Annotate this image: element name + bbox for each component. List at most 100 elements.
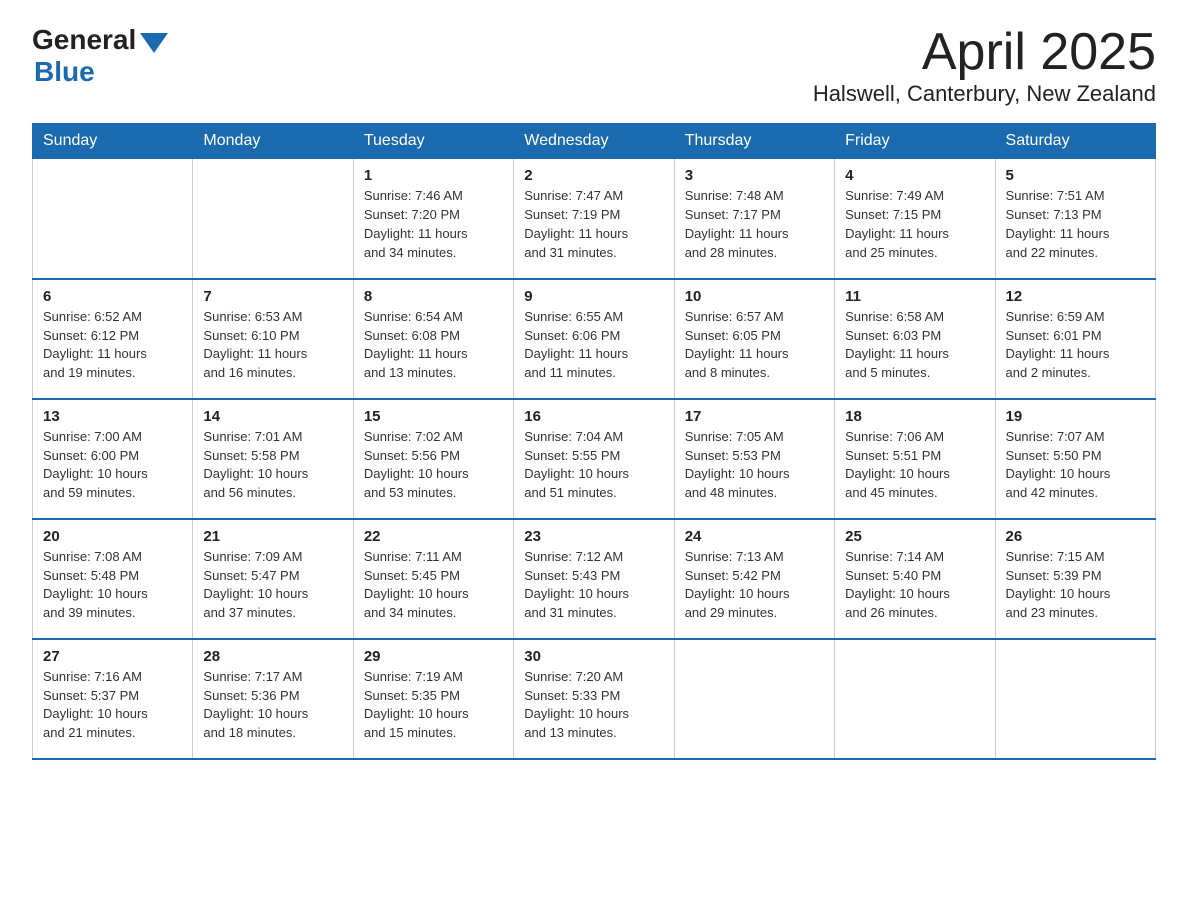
calendar-cell: 11 Sunrise: 6:58 AM Sunset: 6:03 PM Dayli… (835, 279, 995, 399)
day-info: Sunrise: 7:49 AM Sunset: 7:15 PM Dayligh… (845, 187, 984, 262)
day-info: Sunrise: 6:57 AM Sunset: 6:05 PM Dayligh… (685, 308, 824, 383)
weekday-header-friday: Friday (835, 124, 995, 159)
weekday-header-wednesday: Wednesday (514, 124, 674, 159)
day-info: Sunrise: 6:55 AM Sunset: 6:06 PM Dayligh… (524, 308, 663, 383)
calendar-cell: 7 Sunrise: 6:53 AM Sunset: 6:10 PM Daylig… (193, 279, 353, 399)
calendar-week-row: 27 Sunrise: 7:16 AM Sunset: 5:37 PM Dayli… (33, 639, 1156, 759)
calendar-cell: 21 Sunrise: 7:09 AM Sunset: 5:47 PM Dayli… (193, 519, 353, 639)
calendar-cell: 14 Sunrise: 7:01 AM Sunset: 5:58 PM Dayli… (193, 399, 353, 519)
day-number: 10 (685, 288, 824, 305)
logo-arrow-icon (140, 33, 168, 53)
day-number: 3 (685, 167, 824, 184)
day-info: Sunrise: 7:00 AM Sunset: 6:00 PM Dayligh… (43, 428, 182, 503)
day-info: Sunrise: 7:04 AM Sunset: 5:55 PM Dayligh… (524, 428, 663, 503)
calendar-cell: 29 Sunrise: 7:19 AM Sunset: 5:35 PM Dayli… (353, 639, 513, 759)
day-number: 12 (1006, 288, 1145, 305)
day-info: Sunrise: 7:13 AM Sunset: 5:42 PM Dayligh… (685, 548, 824, 623)
calendar-cell: 22Sunrise: 7:11 AM Sunset: 5:45 PM Dayli… (353, 519, 513, 639)
day-number: 2 (524, 167, 663, 184)
calendar-cell: 18 Sunrise: 7:06 AM Sunset: 5:51 PM Dayli… (835, 399, 995, 519)
calendar-header-row: SundayMondayTuesdayWednesdayThursdayFrid… (33, 124, 1156, 159)
day-info: Sunrise: 7:02 AM Sunset: 5:56 PM Dayligh… (364, 428, 503, 503)
logo: General Blue (32, 24, 168, 88)
calendar-cell: 15 Sunrise: 7:02 AM Sunset: 5:56 PM Dayli… (353, 399, 513, 519)
calendar-cell: 17Sunrise: 7:05 AM Sunset: 5:53 PM Dayli… (674, 399, 834, 519)
calendar-week-row: 20 Sunrise: 7:08 AM Sunset: 5:48 PM Dayli… (33, 519, 1156, 639)
day-number: 20 (43, 528, 182, 545)
day-info: Sunrise: 7:51 AM Sunset: 7:13 PM Dayligh… (1006, 187, 1145, 262)
calendar-cell: 10 Sunrise: 6:57 AM Sunset: 6:05 PM Dayli… (674, 279, 834, 399)
weekday-header-monday: Monday (193, 124, 353, 159)
page-header: General Blue April 2025 Halswell, Canter… (32, 24, 1156, 107)
day-number: 9 (524, 288, 663, 305)
day-info: Sunrise: 7:17 AM Sunset: 5:36 PM Dayligh… (203, 668, 342, 743)
day-info: Sunrise: 7:12 AM Sunset: 5:43 PM Dayligh… (524, 548, 663, 623)
day-info: Sunrise: 7:16 AM Sunset: 5:37 PM Dayligh… (43, 668, 182, 743)
calendar-cell: 16Sunrise: 7:04 AM Sunset: 5:55 PM Dayli… (514, 399, 674, 519)
day-number: 7 (203, 288, 342, 305)
day-number: 27 (43, 648, 182, 665)
day-info: Sunrise: 7:14 AM Sunset: 5:40 PM Dayligh… (845, 548, 984, 623)
day-info: Sunrise: 7:19 AM Sunset: 5:35 PM Dayligh… (364, 668, 503, 743)
calendar-cell: 23Sunrise: 7:12 AM Sunset: 5:43 PM Dayli… (514, 519, 674, 639)
day-info: Sunrise: 7:06 AM Sunset: 5:51 PM Dayligh… (845, 428, 984, 503)
calendar-cell: 2 Sunrise: 7:47 AM Sunset: 7:19 PM Daylig… (514, 159, 674, 279)
day-info: Sunrise: 6:52 AM Sunset: 6:12 PM Dayligh… (43, 308, 182, 383)
logo-general-text: General (32, 24, 136, 56)
calendar-cell: 26Sunrise: 7:15 AM Sunset: 5:39 PM Dayli… (995, 519, 1155, 639)
calendar-table: SundayMondayTuesdayWednesdayThursdayFrid… (32, 123, 1156, 760)
day-info: Sunrise: 6:53 AM Sunset: 6:10 PM Dayligh… (203, 308, 342, 383)
day-info: Sunrise: 7:46 AM Sunset: 7:20 PM Dayligh… (364, 187, 503, 262)
day-number: 4 (845, 167, 984, 184)
day-info: Sunrise: 7:20 AM Sunset: 5:33 PM Dayligh… (524, 668, 663, 743)
calendar-cell: 25 Sunrise: 7:14 AM Sunset: 5:40 PM Dayli… (835, 519, 995, 639)
day-number: 29 (364, 648, 503, 665)
logo-blue-text: Blue (34, 56, 95, 88)
weekday-header-saturday: Saturday (995, 124, 1155, 159)
calendar-location: Halswell, Canterbury, New Zealand (813, 81, 1156, 107)
calendar-cell: 8 Sunrise: 6:54 AM Sunset: 6:08 PM Daylig… (353, 279, 513, 399)
day-info: Sunrise: 7:08 AM Sunset: 5:48 PM Dayligh… (43, 548, 182, 623)
day-info: Sunrise: 7:48 AM Sunset: 7:17 PM Dayligh… (685, 187, 824, 262)
calendar-cell: 28 Sunrise: 7:17 AM Sunset: 5:36 PM Dayli… (193, 639, 353, 759)
calendar-week-row: 6 Sunrise: 6:52 AM Sunset: 6:12 PM Daylig… (33, 279, 1156, 399)
calendar-cell (835, 639, 995, 759)
day-number: 5 (1006, 167, 1145, 184)
calendar-cell: 30Sunrise: 7:20 AM Sunset: 5:33 PM Dayli… (514, 639, 674, 759)
day-number: 15 (364, 408, 503, 425)
day-info: Sunrise: 7:07 AM Sunset: 5:50 PM Dayligh… (1006, 428, 1145, 503)
day-info: Sunrise: 7:47 AM Sunset: 7:19 PM Dayligh… (524, 187, 663, 262)
calendar-cell: 12 Sunrise: 6:59 AM Sunset: 6:01 PM Dayli… (995, 279, 1155, 399)
day-number: 17 (685, 408, 824, 425)
weekday-header-tuesday: Tuesday (353, 124, 513, 159)
calendar-week-row: 1 Sunrise: 7:46 AM Sunset: 7:20 PM Daylig… (33, 159, 1156, 279)
day-info: Sunrise: 6:59 AM Sunset: 6:01 PM Dayligh… (1006, 308, 1145, 383)
calendar-cell: 1 Sunrise: 7:46 AM Sunset: 7:20 PM Daylig… (353, 159, 513, 279)
day-number: 21 (203, 528, 342, 545)
day-number: 14 (203, 408, 342, 425)
day-number: 28 (203, 648, 342, 665)
day-number: 26 (1006, 528, 1145, 545)
day-number: 24 (685, 528, 824, 545)
day-number: 1 (364, 167, 503, 184)
day-number: 13 (43, 408, 182, 425)
calendar-cell: 6 Sunrise: 6:52 AM Sunset: 6:12 PM Daylig… (33, 279, 193, 399)
calendar-cell: 13 Sunrise: 7:00 AM Sunset: 6:00 PM Dayli… (33, 399, 193, 519)
calendar-cell: 27 Sunrise: 7:16 AM Sunset: 5:37 PM Dayli… (33, 639, 193, 759)
calendar-cell: 4 Sunrise: 7:49 AM Sunset: 7:15 PM Daylig… (835, 159, 995, 279)
calendar-cell (193, 159, 353, 279)
calendar-week-row: 13 Sunrise: 7:00 AM Sunset: 6:00 PM Dayli… (33, 399, 1156, 519)
day-info: Sunrise: 7:09 AM Sunset: 5:47 PM Dayligh… (203, 548, 342, 623)
title-block: April 2025 Halswell, Canterbury, New Zea… (813, 24, 1156, 107)
day-number: 8 (364, 288, 503, 305)
day-number: 18 (845, 408, 984, 425)
day-number: 22 (364, 528, 503, 545)
day-info: Sunrise: 6:54 AM Sunset: 6:08 PM Dayligh… (364, 308, 503, 383)
day-number: 25 (845, 528, 984, 545)
day-info: Sunrise: 6:58 AM Sunset: 6:03 PM Dayligh… (845, 308, 984, 383)
calendar-cell (33, 159, 193, 279)
day-number: 11 (845, 288, 984, 305)
day-info: Sunrise: 7:01 AM Sunset: 5:58 PM Dayligh… (203, 428, 342, 503)
day-number: 6 (43, 288, 182, 305)
calendar-cell: 9 Sunrise: 6:55 AM Sunset: 6:06 PM Daylig… (514, 279, 674, 399)
